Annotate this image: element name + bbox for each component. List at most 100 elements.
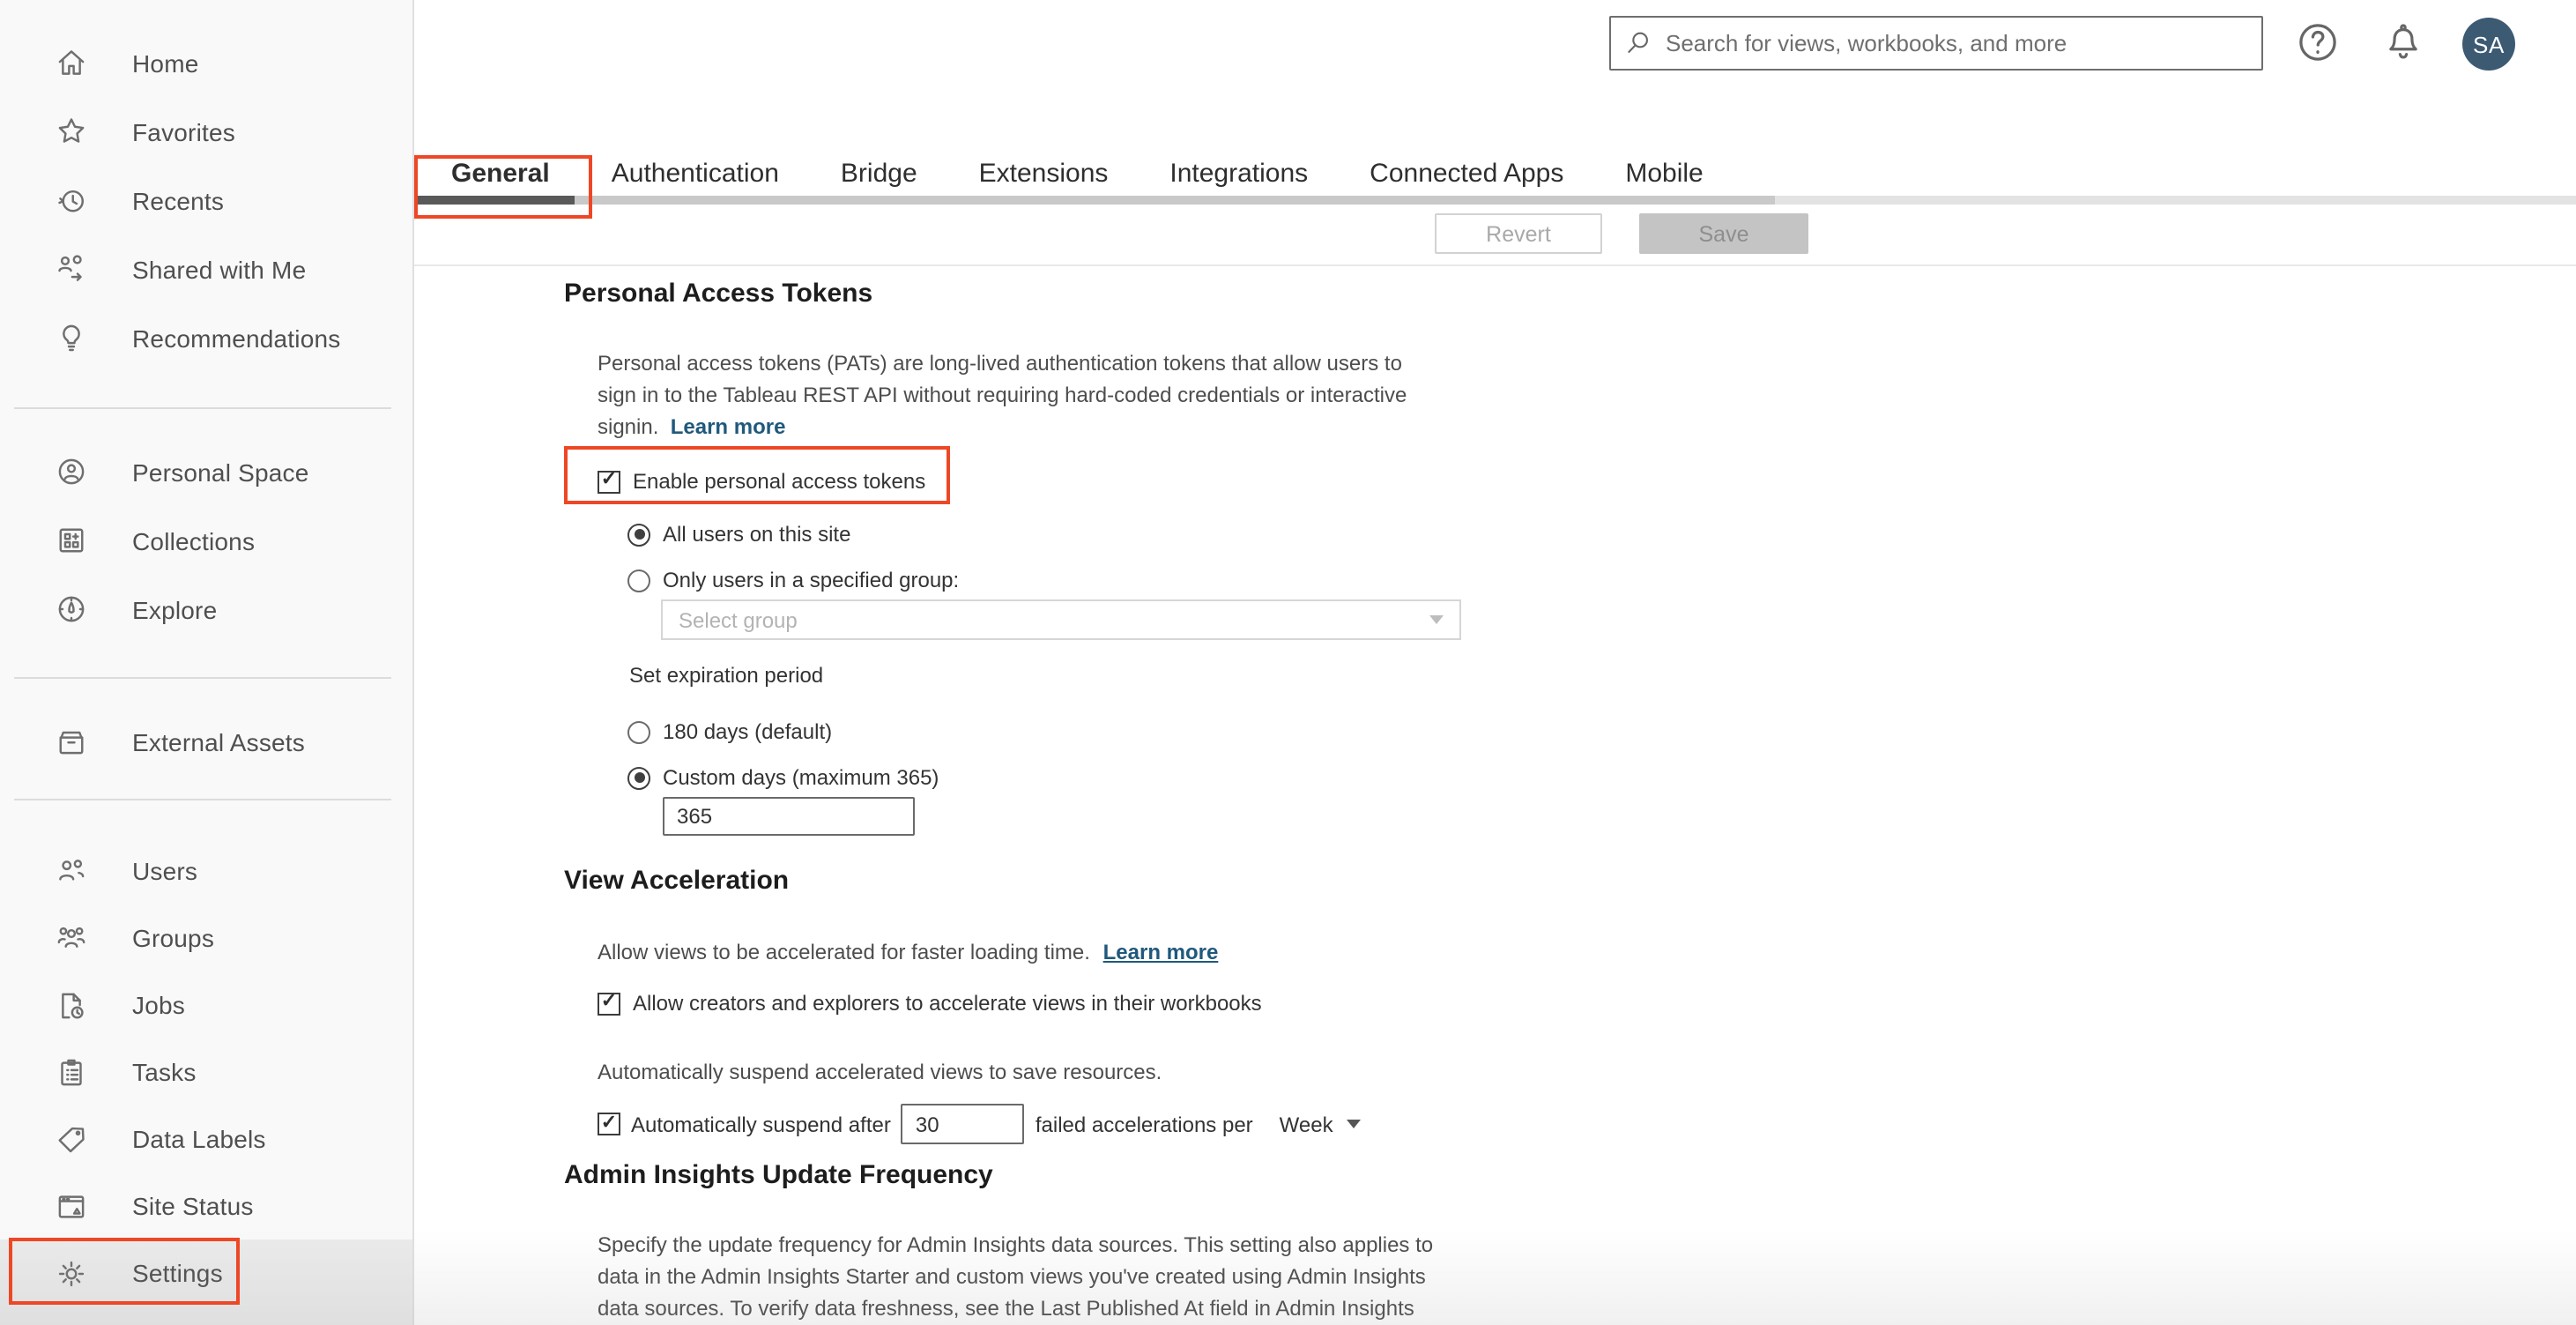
ai-description-line: data sources. To verify data freshness, … xyxy=(598,1296,1414,1321)
suspend-count-input[interactable] xyxy=(901,1104,1025,1144)
document-clock-icon xyxy=(62,992,84,1018)
va-section-heading: View Acceleration xyxy=(564,866,790,896)
sidebar-item-recommendations[interactable]: Recommendations xyxy=(0,303,412,372)
expiration-period-label: Set expiration period xyxy=(629,663,824,688)
tab-track-inner xyxy=(414,196,1775,205)
sidebar-divider xyxy=(14,407,391,409)
collections-grid-icon xyxy=(59,528,84,553)
sidebar-item-label: Favorites xyxy=(132,117,235,145)
tab-general[interactable]: General xyxy=(451,159,550,189)
all-users-label: All users on this site xyxy=(663,522,851,547)
enable-pat-label: Enable personal access tokens xyxy=(633,469,926,494)
home-icon xyxy=(58,50,85,75)
pat-section-heading: Personal Access Tokens xyxy=(564,279,873,309)
sidebar-item-data-labels[interactable]: Data Labels xyxy=(0,1105,412,1172)
pat-description-line: Personal access tokens (PATs) are long-l… xyxy=(598,351,1402,376)
users-icon xyxy=(59,859,85,880)
sidebar-item-settings[interactable]: Settings xyxy=(0,1239,412,1306)
expiration-180-radio[interactable] xyxy=(627,720,650,743)
sidebar-item-groups[interactable]: Groups xyxy=(0,904,412,971)
expiration-custom-label: Custom days (maximum 365) xyxy=(663,765,939,790)
notifications-button[interactable] xyxy=(2376,16,2429,69)
va-suspend-checkbox[interactable] xyxy=(598,1113,620,1135)
va-allow-label: Allow creators and explorers to accelera… xyxy=(633,991,1262,1016)
sidebar-item-site-status[interactable]: Site Status xyxy=(0,1172,412,1239)
expiration-180-row: 180 days (default) xyxy=(627,719,832,744)
sidebar-item-recents[interactable]: Recents xyxy=(0,166,412,234)
star-icon xyxy=(58,118,85,143)
tab-authentication[interactable]: Authentication xyxy=(612,159,779,189)
shared-people-icon xyxy=(58,255,82,281)
pat-learn-more-link[interactable]: Learn more xyxy=(671,414,786,439)
enable-pat-checkbox[interactable] xyxy=(598,470,620,493)
sidebar-item-tasks[interactable]: Tasks xyxy=(0,1038,412,1105)
help-icon xyxy=(2299,24,2336,61)
search-bar xyxy=(1609,16,2263,71)
sidebar-item-users[interactable]: Users xyxy=(0,837,412,904)
compass-icon xyxy=(58,596,85,622)
sidebar-item-label: Recents xyxy=(132,186,225,214)
sidebar-item-favorites[interactable]: Favorites xyxy=(0,97,412,166)
help-button[interactable] xyxy=(2291,16,2344,69)
lightbulb-icon xyxy=(63,324,80,352)
pat-all-users-row: All users on this site xyxy=(627,522,850,547)
sidebar-item-label: Explore xyxy=(132,595,218,623)
sidebar-item-label: Groups xyxy=(132,924,215,952)
sidebar: Home Favorites Recents Shared with Me Re… xyxy=(0,0,414,1325)
toolbar-divider xyxy=(414,264,2576,266)
tab-mobile[interactable]: Mobile xyxy=(1625,159,1703,189)
search-input[interactable] xyxy=(1609,16,2263,71)
groups-icon xyxy=(57,926,85,947)
all-users-radio[interactable] xyxy=(627,523,650,546)
va-allow-checkbox[interactable] xyxy=(598,992,620,1015)
ai-section-heading: Admin Insights Update Frequency xyxy=(564,1160,993,1190)
ai-description-line: Specify the update frequency for Admin I… xyxy=(598,1232,1434,1257)
sidebar-item-personal-space[interactable]: Personal Space xyxy=(0,437,412,506)
sidebar-item-label: Jobs xyxy=(132,991,185,1019)
archive-box-icon xyxy=(59,731,84,755)
group-select[interactable]: Select group xyxy=(661,599,1461,640)
user-avatar[interactable]: SA xyxy=(2462,18,2515,71)
sidebar-item-collections[interactable]: Collections xyxy=(0,506,412,575)
search-icon xyxy=(1628,32,1648,53)
clipboard-list-icon xyxy=(61,1058,82,1085)
sidebar-item-label: External Assets xyxy=(132,727,305,756)
specified-group-label: Only users in a specified group: xyxy=(663,568,960,592)
tab-extensions[interactable]: Extensions xyxy=(979,159,1109,189)
expiration-custom-row: Custom days (maximum 365) xyxy=(627,765,939,790)
sidebar-divider xyxy=(14,799,391,800)
tab-connected-apps[interactable]: Connected Apps xyxy=(1370,159,1563,189)
specified-group-radio[interactable] xyxy=(627,569,650,592)
sidebar-item-label: Recommendations xyxy=(132,324,341,352)
tab-bridge[interactable]: Bridge xyxy=(841,159,917,189)
ai-description-line: data in the Admin Insights Starter and c… xyxy=(598,1264,1426,1289)
sidebar-item-shared-with-me[interactable]: Shared with Me xyxy=(0,234,412,303)
ai-description: Specify the update frequency for Admin I… xyxy=(598,1229,1433,1324)
sidebar-item-explore[interactable]: Explore xyxy=(0,575,412,644)
sidebar-item-label: Personal Space xyxy=(132,458,309,486)
va-suspend-row: Automatically suspend after failed accel… xyxy=(598,1104,1362,1144)
save-button[interactable]: Save xyxy=(1639,213,1808,254)
pat-description-line: signin. Learn more xyxy=(598,414,786,439)
expiration-180-label: 180 days (default) xyxy=(663,719,833,744)
va-learn-more-link[interactable]: Learn more xyxy=(1103,940,1219,964)
sidebar-item-jobs[interactable]: Jobs xyxy=(0,971,412,1038)
revert-button[interactable]: Revert xyxy=(1435,213,1602,254)
sidebar-item-label: Site Status xyxy=(132,1192,254,1220)
pat-specified-group-row: Only users in a specified group: xyxy=(627,568,959,592)
person-circle-icon xyxy=(58,458,85,485)
va-suspend-intro: Automatically suspend accelerated views … xyxy=(598,1060,1162,1084)
sidebar-item-label: Shared with Me xyxy=(132,255,307,283)
tab-integrations[interactable]: Integrations xyxy=(1169,159,1308,189)
sidebar-item-external-assets[interactable]: External Assets xyxy=(0,707,412,776)
chevron-down-icon xyxy=(1347,1120,1362,1128)
custom-days-input[interactable] xyxy=(663,797,915,836)
suspend-period-value: Week xyxy=(1279,1112,1333,1136)
expiration-custom-radio[interactable] xyxy=(627,766,650,789)
sidebar-item-label: Data Labels xyxy=(132,1125,266,1153)
gear-icon xyxy=(58,1260,85,1286)
enable-pat-row: Enable personal access tokens xyxy=(598,469,925,494)
va-suspend-suffix: failed accelerations per xyxy=(1035,1112,1253,1136)
sidebar-item-home[interactable]: Home xyxy=(0,28,412,97)
suspend-period-select[interactable]: Week xyxy=(1280,1112,1362,1136)
